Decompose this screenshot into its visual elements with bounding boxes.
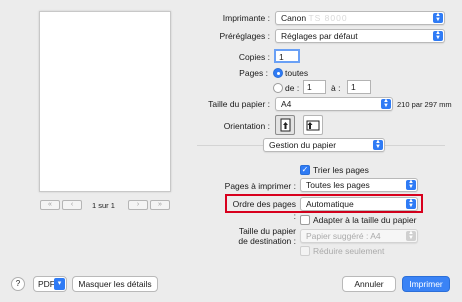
collate-checkbox[interactable]: ✓	[300, 165, 310, 175]
pdf-label: PDF	[38, 279, 55, 289]
pdf-menu-button[interactable]: PDF ▾	[33, 276, 67, 292]
scale-down-only-label: Réduire seulement	[313, 246, 385, 256]
chevron-updown-icon: ▲ ▼	[433, 30, 443, 41]
hide-details-button[interactable]: Masquer les détails	[72, 276, 158, 292]
pages-all-label: toutes	[285, 68, 309, 78]
dest-paper-select[interactable]: Papier suggéré : A4 ▲ ▼	[300, 229, 418, 243]
page-order-value: Automatique	[306, 199, 354, 209]
print-button[interactable]: Imprimer	[402, 276, 450, 292]
paper-size-label: Taille du papier :	[208, 99, 270, 109]
pages-from-label: de :	[285, 83, 300, 93]
orientation-label: Orientation :	[223, 121, 270, 131]
chevron-updown-icon: ▲ ▼	[406, 230, 416, 241]
last-page-button[interactable]: »	[150, 200, 170, 210]
prev-page-button[interactable]: ‹	[62, 200, 82, 210]
first-page-button[interactable]: «	[40, 200, 60, 210]
printer-value: Canon	[281, 13, 307, 23]
pages-label: Pages :	[239, 68, 268, 78]
chevron-down-icon: ▾	[54, 278, 65, 290]
pages-from-input[interactable]: 1	[303, 80, 326, 94]
pages-to-print-select[interactable]: Toutes les pages ▲ ▼	[300, 178, 418, 192]
page-order-label: Ordre des pages :	[232, 199, 296, 221]
help-button[interactable]: ?	[11, 277, 25, 291]
orientation-portrait-button[interactable]	[275, 115, 295, 135]
paper-dimensions: 210 par 297 mm	[397, 100, 452, 109]
pages-to-input[interactable]: 1	[347, 80, 371, 94]
pages-all-radio[interactable]	[273, 68, 283, 78]
pages-range-radio[interactable]	[273, 83, 283, 93]
pages-to-print-label: Pages à imprimer :	[224, 181, 296, 191]
scale-down-only-checkbox[interactable]	[300, 246, 310, 256]
orientation-landscape-button[interactable]	[303, 115, 323, 135]
collate-label: Trier les pages	[313, 165, 369, 175]
chevron-updown-icon: ▲ ▼	[433, 12, 443, 23]
copies-input[interactable]: 1	[274, 49, 300, 63]
landscape-icon	[306, 120, 320, 131]
page-preview	[39, 11, 171, 192]
cancel-button[interactable]: Annuler	[342, 276, 396, 292]
dest-paper-label-line1: Taille du papier	[238, 226, 296, 236]
next-page-button[interactable]: ›	[128, 200, 148, 210]
section-select[interactable]: Gestion du papier ▲ ▼	[263, 138, 385, 152]
presets-label: Préréglages :	[219, 31, 270, 41]
dest-paper-value: Papier suggéré : A4	[306, 231, 381, 241]
page-order-select[interactable]: Automatique ▲ ▼	[300, 197, 418, 211]
presets-value: Réglages par défaut	[281, 31, 358, 41]
presets-select[interactable]: Réglages par défaut ▲ ▼	[275, 29, 445, 43]
printer-model-redacted: TS 8000	[308, 13, 348, 23]
printer-label: Imprimante :	[222, 13, 270, 23]
chevron-updown-icon: ▲ ▼	[406, 179, 416, 190]
scale-to-fit-checkbox[interactable]	[300, 215, 310, 225]
chevron-updown-icon: ▲ ▼	[406, 198, 416, 209]
printer-select[interactable]: Canon TS 8000 ▲ ▼	[275, 11, 445, 25]
dest-paper-label-line2: de destination :	[238, 236, 296, 246]
section-value: Gestion du papier	[269, 140, 337, 150]
paper-size-select[interactable]: A4 ▲ ▼	[275, 97, 393, 111]
page-counter: 1 sur 1	[92, 201, 115, 210]
chevron-updown-icon: ▲ ▼	[373, 139, 383, 150]
pages-to-print-value: Toutes les pages	[306, 180, 370, 190]
pages-to-label: à :	[331, 83, 341, 93]
scale-to-fit-label: Adapter à la taille du papier	[313, 215, 417, 225]
portrait-icon	[280, 118, 291, 132]
dest-paper-label: Taille du papier de destination :	[210, 226, 296, 246]
chevron-updown-icon: ▲ ▼	[381, 98, 391, 109]
preview-pager: « ‹ 1 sur 1 › »	[40, 200, 171, 212]
paper-size-value: A4	[281, 99, 292, 109]
copies-label: Copies :	[238, 52, 270, 62]
